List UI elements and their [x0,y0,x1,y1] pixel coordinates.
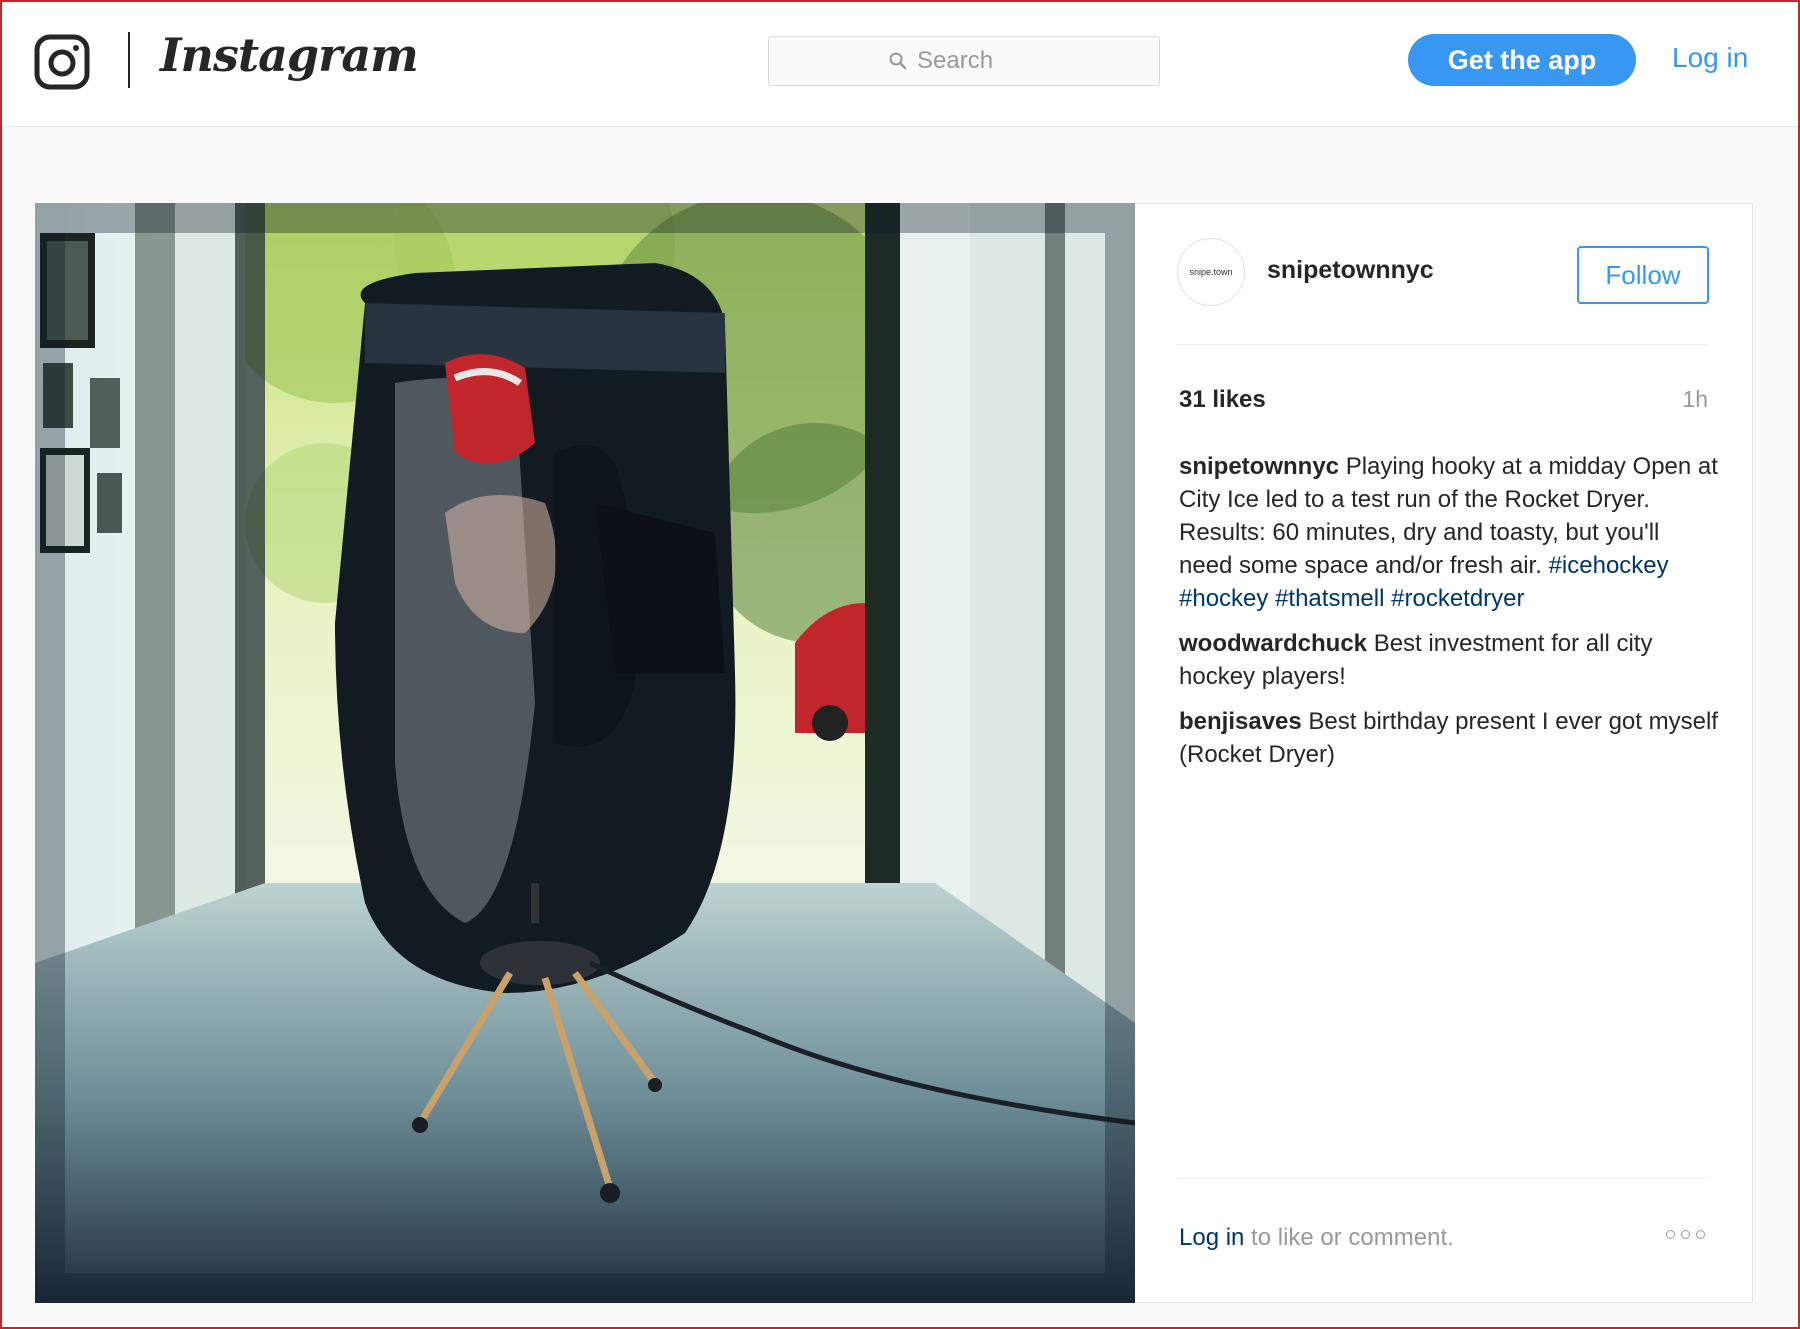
likes-count[interactable]: 31 likes [1179,386,1266,414]
get-the-app-button[interactable]: Get the app [1408,34,1636,86]
comment-username[interactable]: woodwardchuck [1179,630,1367,657]
post-time[interactable]: 1h [1682,386,1708,413]
search-input[interactable] [915,46,1039,76]
post-details-panel: snipe.town snipetownnyc Follow 31 likes … [1135,203,1753,1303]
hashtag-link[interactable]: #icehockey [1549,552,1669,579]
login-to-like-link[interactable]: Log in [1179,1224,1244,1251]
instagram-wordmark[interactable]: Instagram [160,28,419,82]
caption: snipetownnyc Playing hooky at a midday O… [1179,450,1719,615]
divider [1177,344,1709,345]
caption-username[interactable]: snipetownnyc [1179,453,1339,480]
header-login-link[interactable]: Log in [1672,42,1748,74]
search-box[interactable] [768,36,1160,86]
post-photo[interactable] [35,203,1135,1303]
logo-divider [128,32,130,88]
comments-list: snipetownnyc Playing hooky at a midday O… [1179,450,1719,783]
search-icon [889,52,907,70]
comment-item: benjisaves Best birthday present I ever … [1179,705,1719,771]
top-nav: Instagram Get the app Log in [2,2,1798,127]
comment-item: woodwardchuck Best investment for all ci… [1179,627,1719,693]
hashtag-link[interactable]: #rocketdryer [1391,585,1524,612]
follow-button[interactable]: Follow [1577,246,1709,304]
divider [1177,1178,1709,1179]
comment-username[interactable]: benjisaves [1179,708,1302,735]
more-options-icon[interactable] [1666,1230,1710,1244]
user-avatar[interactable]: snipe.town [1177,238,1245,306]
dot-icon [1666,1230,1675,1239]
hashtag-link[interactable]: #thatsmell [1275,585,1384,612]
dot-icon [1681,1230,1690,1239]
post-author-username[interactable]: snipetownnyc [1267,256,1434,285]
login-prompt-text: to like or comment. [1244,1224,1454,1251]
login-prompt: Log in to like or comment. [1179,1224,1454,1252]
post-image [35,203,1135,1303]
instagram-camera-icon[interactable] [34,34,90,90]
hashtag-link[interactable]: #hockey [1179,585,1268,612]
dot-icon [1696,1230,1705,1239]
